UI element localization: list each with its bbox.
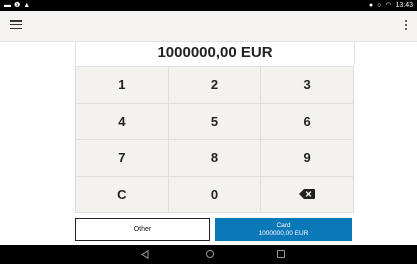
key-3[interactable]: 3	[261, 67, 354, 104]
navigation-bar	[0, 245, 417, 264]
app-bar	[0, 11, 417, 42]
card-button-label: Card	[276, 221, 291, 229]
key-clear[interactable]: C	[76, 176, 169, 213]
key-7[interactable]: 7	[76, 140, 169, 177]
key-6[interactable]: 6	[261, 103, 354, 140]
card-payment-button[interactable]: Card 1000000,00 EUR	[215, 218, 352, 241]
warning-icon: ❶	[14, 2, 21, 9]
alert-icon: ▲	[23, 2, 31, 9]
recents-icon[interactable]	[277, 250, 285, 258]
card-button-amount: 1000000,00 EUR	[258, 229, 309, 237]
hamburger-menu-icon[interactable]	[10, 20, 22, 30]
amount-display: 1000000,00 EUR	[75, 41, 355, 65]
more-vert-icon[interactable]	[404, 20, 408, 32]
other-payment-button[interactable]: Other	[75, 218, 210, 241]
key-8[interactable]: 8	[168, 140, 262, 177]
back-icon[interactable]	[141, 250, 149, 259]
backspace-key[interactable]	[261, 176, 354, 213]
home-icon[interactable]	[206, 250, 214, 258]
vpn-key-icon: ○	[377, 2, 382, 9]
status-time: 13:43	[395, 2, 413, 9]
keypad: 1 2 3 4 5 6 7 8 9 C 0	[75, 66, 354, 213]
key-9[interactable]: 9	[261, 140, 354, 177]
backspace-icon	[299, 189, 316, 200]
key-2[interactable]: 2	[168, 67, 262, 104]
other-button-label: Other	[133, 226, 152, 233]
location-icon: ●	[368, 2, 374, 9]
message-icon: ▬	[4, 2, 11, 9]
status-bar: ▬ ❶ ▲ ● ○ ◠ 13:43	[0, 0, 417, 11]
key-4[interactable]: 4	[76, 103, 169, 140]
key-5[interactable]: 5	[168, 103, 262, 140]
key-1[interactable]: 1	[76, 67, 169, 104]
key-0[interactable]: 0	[168, 176, 262, 213]
wifi-icon: ◠	[385, 2, 392, 9]
